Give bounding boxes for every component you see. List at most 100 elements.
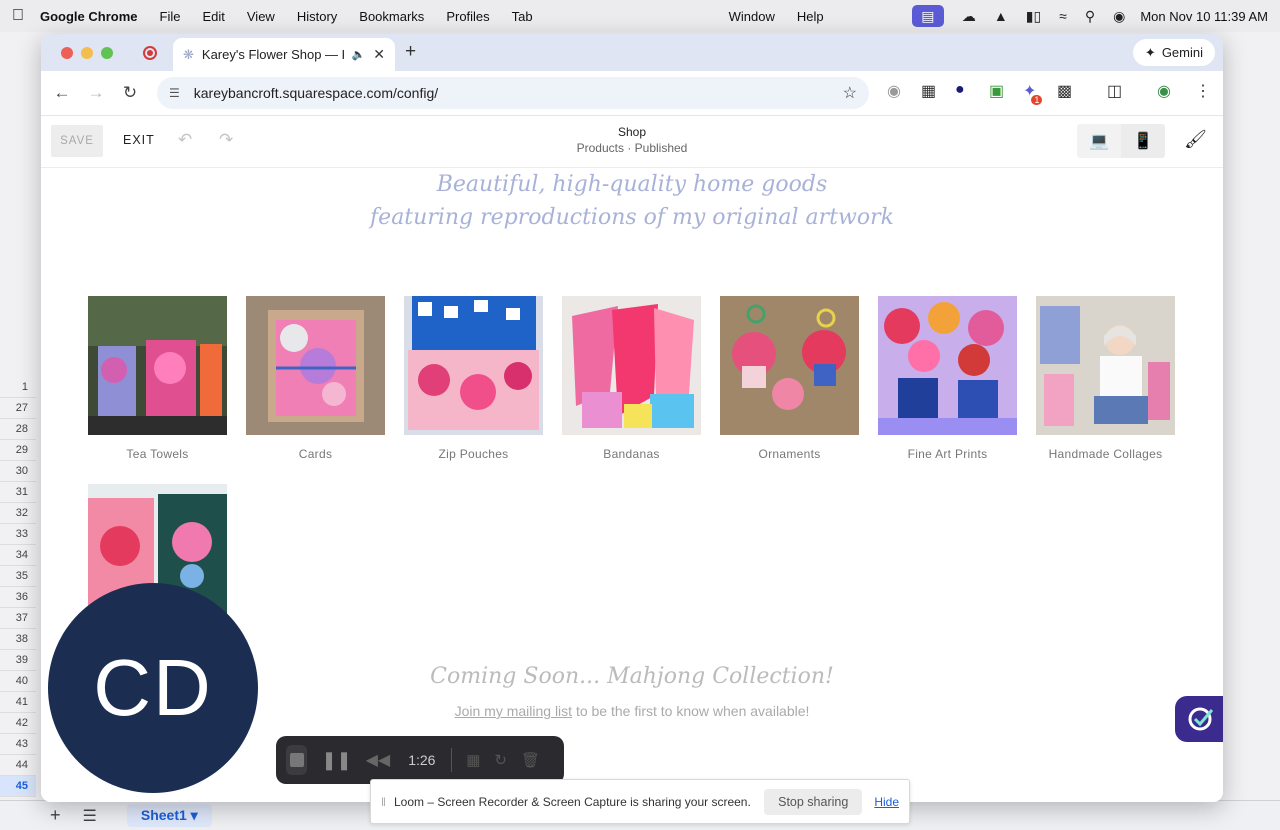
- menu-bookmarks[interactable]: Bookmarks: [359, 9, 424, 24]
- screen-share-icon[interactable]: ▤: [911, 5, 944, 27]
- menu-window[interactable]: Window: [729, 9, 775, 24]
- close-tab-icon[interactable]: ✕: [373, 46, 385, 63]
- new-tab-button[interactable]: +: [405, 41, 416, 63]
- all-sheets-icon[interactable]: ☰: [83, 806, 97, 826]
- loom-rewind-icon[interactable]: ◀◀: [366, 750, 391, 770]
- category-fine-art-prints[interactable]: Fine Art Prints: [878, 296, 1017, 461]
- row-number[interactable]: 27: [0, 398, 36, 419]
- extension-c-icon[interactable]: ●: [955, 81, 965, 99]
- row-number[interactable]: 30: [0, 461, 36, 482]
- menubar-clock[interactable]: Mon Nov 10 11:39 AM: [1140, 9, 1268, 24]
- close-window-button[interactable]: [61, 46, 73, 59]
- camera-extension-icon[interactable]: ◉: [887, 81, 901, 101]
- row-number[interactable]: 43: [0, 734, 36, 755]
- desktop-view-icon[interactable]: 💻: [1077, 124, 1121, 158]
- row-number[interactable]: 42: [0, 713, 36, 734]
- row-number[interactable]: 28: [0, 419, 36, 440]
- loom-restart-icon[interactable]: ↻: [494, 751, 507, 769]
- minimize-window-button[interactable]: [81, 46, 93, 59]
- row-number[interactable]: 31: [0, 482, 36, 503]
- bookmark-star-icon[interactable]: ☆: [843, 83, 857, 103]
- add-sheet-icon[interactable]: +: [50, 805, 61, 826]
- extension-green-icon[interactable]: ▣: [989, 81, 1004, 101]
- tea-towels-image[interactable]: [88, 296, 227, 435]
- fine-art-prints-image[interactable]: [878, 296, 1017, 435]
- row-number[interactable]: 45: [0, 776, 36, 797]
- forward-button[interactable]: →: [79, 83, 113, 103]
- category-label[interactable]: Fine Art Prints: [878, 447, 1017, 461]
- handmade-collages-image[interactable]: [1036, 296, 1175, 435]
- category-bandanas[interactable]: Bandanas: [562, 296, 701, 461]
- control-center-icon[interactable]: ◉: [1113, 8, 1125, 25]
- spotlight-search-icon[interactable]: ⚲: [1085, 8, 1095, 25]
- loom-delete-icon[interactable]: 🗑: [521, 751, 540, 769]
- zoom-window-button[interactable]: [101, 46, 113, 59]
- category-cards[interactable]: Cards: [246, 296, 385, 461]
- category-ornaments[interactable]: Ornaments: [720, 296, 859, 461]
- gemini-button[interactable]: ✦ Gemini: [1132, 39, 1215, 66]
- profile-avatar-icon[interactable]: ◉: [1157, 81, 1171, 101]
- back-button[interactable]: ←: [45, 83, 79, 103]
- battery-icon[interactable]: ▮▯: [1026, 8, 1041, 25]
- audio-playing-icon[interactable]: 🔈: [352, 48, 366, 61]
- wifi-icon[interactable]: ≈: [1059, 8, 1067, 24]
- extensions-puzzle-icon[interactable]: ▩: [1057, 81, 1072, 101]
- help-chat-button[interactable]: [1175, 696, 1223, 742]
- address-bar[interactable]: ☰ kareybancroft.squarespace.com/config/ …: [157, 77, 869, 109]
- loom-stop-button[interactable]: [286, 745, 308, 775]
- row-number[interactable]: 36: [0, 587, 36, 608]
- row-number[interactable]: 29: [0, 440, 36, 461]
- apple-icon[interactable]: : [12, 7, 40, 25]
- zip-pouches-image[interactable]: [404, 296, 543, 435]
- category-label[interactable]: Ornaments: [720, 447, 859, 461]
- mailing-list-link[interactable]: Join my mailing list: [455, 703, 572, 719]
- cards-image[interactable]: [246, 296, 385, 435]
- menu-view[interactable]: View: [247, 9, 275, 24]
- site-styles-brush-icon[interactable]: 🖌: [1184, 129, 1207, 150]
- row-number[interactable]: 1: [0, 377, 36, 398]
- row-number[interactable]: 41: [0, 692, 36, 713]
- menu-tab[interactable]: Tab: [512, 9, 533, 24]
- category-zip-pouches[interactable]: Zip Pouches: [404, 296, 543, 461]
- menu-profiles[interactable]: Profiles: [446, 9, 489, 24]
- bandanas-image[interactable]: [562, 296, 701, 435]
- menu-app-name[interactable]: Google Chrome: [40, 9, 138, 24]
- extension-badge-icon[interactable]: ✦: [1023, 81, 1044, 105]
- row-number[interactable]: 35: [0, 566, 36, 587]
- drag-handle-icon[interactable]: ‖: [381, 795, 386, 809]
- menu-file[interactable]: File: [160, 9, 181, 24]
- row-number[interactable]: 37: [0, 608, 36, 629]
- row-number[interactable]: 32: [0, 503, 36, 524]
- apps-grid-icon[interactable]: ▦: [921, 81, 936, 101]
- drive-icon[interactable]: ▲: [994, 8, 1008, 24]
- hide-link[interactable]: Hide: [874, 795, 899, 809]
- row-number[interactable]: 44: [0, 755, 36, 776]
- row-number[interactable]: 38: [0, 629, 36, 650]
- browser-tab[interactable]: ❋ Karey's Flower Shop — Ka 🔈 ✕: [173, 38, 395, 71]
- category-handmade-collages[interactable]: Handmade Collages: [1036, 296, 1175, 461]
- row-number[interactable]: 39: [0, 650, 36, 671]
- category-label[interactable]: Tea Towels: [88, 447, 227, 461]
- loom-camera-bubble[interactable]: CD: [48, 583, 258, 793]
- ornaments-image[interactable]: [720, 296, 859, 435]
- reload-button[interactable]: ↻: [113, 83, 147, 103]
- mobile-view-icon[interactable]: 📱: [1121, 124, 1165, 158]
- menu-edit[interactable]: Edit: [202, 9, 224, 24]
- category-label[interactable]: Cards: [246, 447, 385, 461]
- cloud-sync-icon[interactable]: ☁: [962, 8, 976, 25]
- chrome-menu-icon[interactable]: ⋮: [1195, 81, 1211, 101]
- category-label[interactable]: Zip Pouches: [404, 447, 543, 461]
- category-label[interactable]: Handmade Collages: [1036, 447, 1175, 461]
- row-number[interactable]: 40: [0, 671, 36, 692]
- loom-pause-icon[interactable]: ❚❚: [321, 750, 351, 771]
- sheet-tab[interactable]: Sheet1 ▾: [126, 804, 212, 827]
- loom-draw-icon[interactable]: ▦: [466, 751, 480, 769]
- row-number[interactable]: 33: [0, 524, 36, 545]
- stop-sharing-button[interactable]: Stop sharing: [764, 788, 863, 815]
- row-number[interactable]: 34: [0, 545, 36, 566]
- site-info-icon[interactable]: ☰: [169, 86, 180, 100]
- menu-help[interactable]: Help: [797, 9, 824, 24]
- category-tea-towels[interactable]: Tea Towels: [88, 296, 227, 461]
- tab-search-icon[interactable]: ◫: [1107, 81, 1122, 101]
- url-text[interactable]: kareybancroft.squarespace.com/config/: [194, 85, 843, 101]
